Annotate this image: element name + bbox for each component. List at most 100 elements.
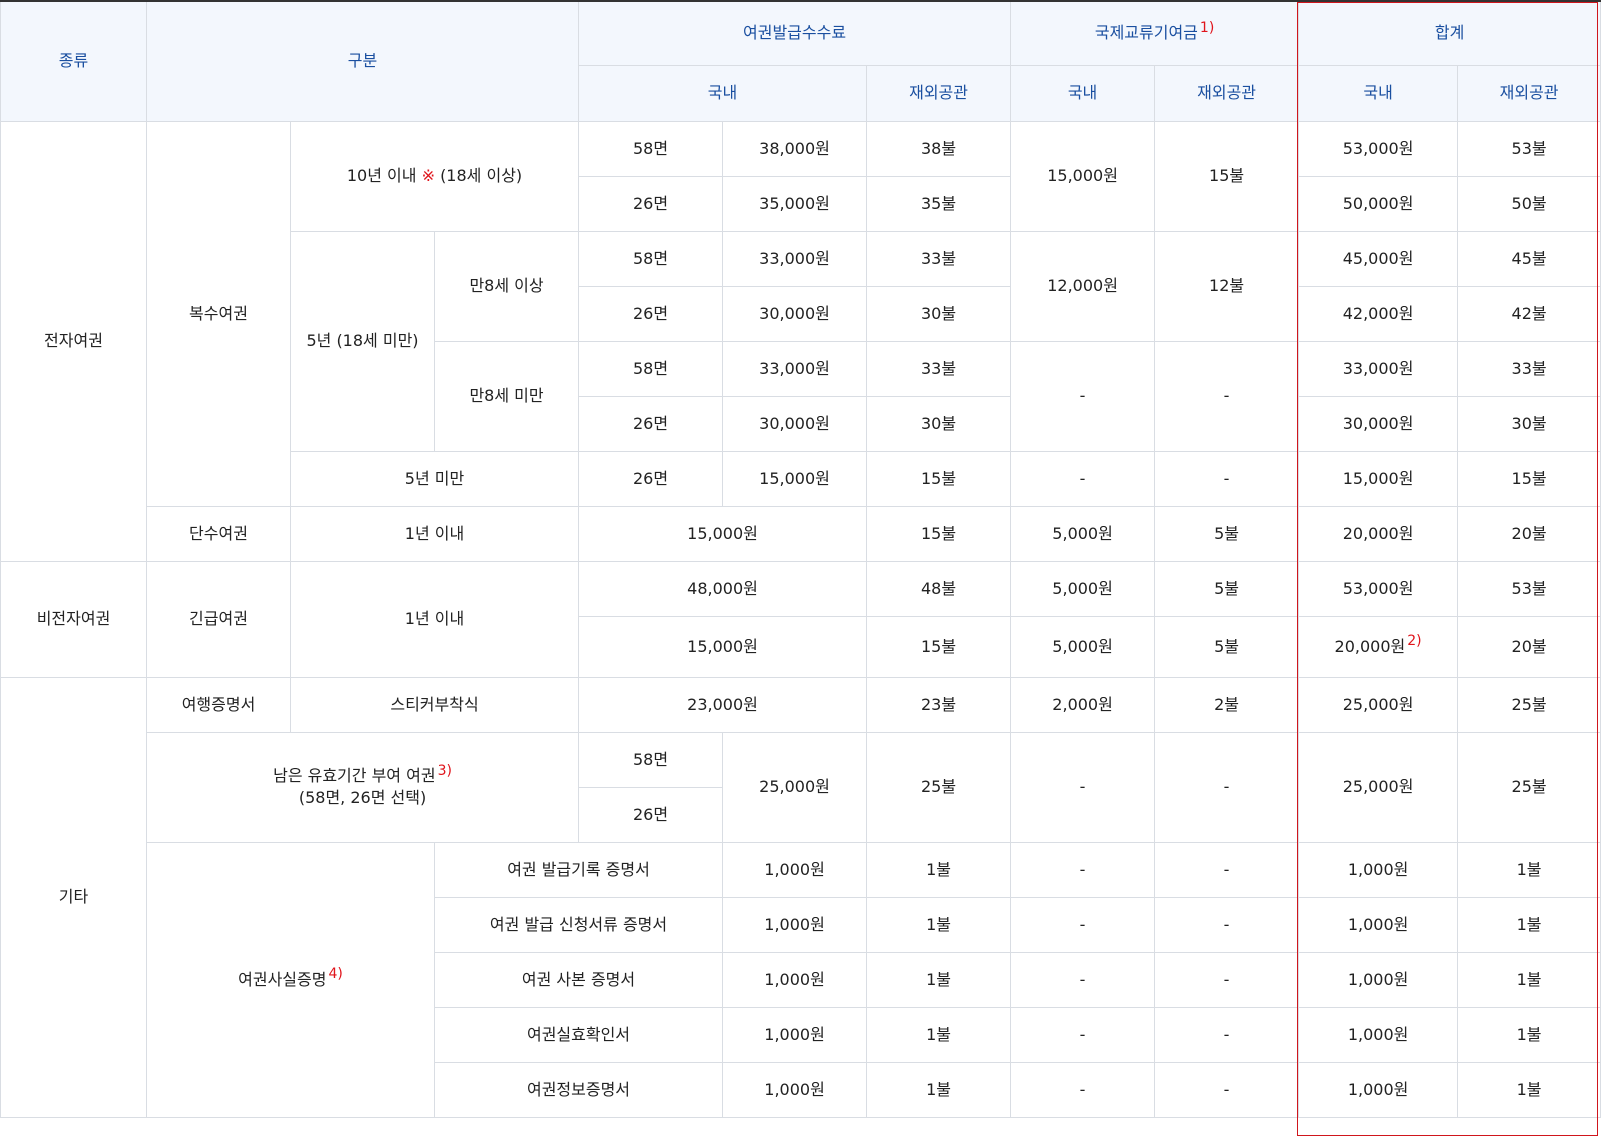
total-overseas-cell: 30불 <box>1457 395 1601 452</box>
pages-cell: 26면 <box>578 786 724 843</box>
fund-domestic-cell: - <box>1010 450 1156 507</box>
emergency-passport-label: 긴급여권 <box>146 560 291 678</box>
fund-domestic-cell: 15,000원 <box>1010 120 1156 232</box>
fee-domestic-cell: 23,000원 <box>578 676 868 733</box>
header-total-domestic: 국내 <box>1298 64 1459 122</box>
header-total-overseas: 재외공관 <box>1457 64 1601 122</box>
fund-domestic-cell: - <box>1010 951 1156 1008</box>
total-domestic-cell: 45,000원 <box>1298 230 1459 287</box>
fund-domestic-cell: 5,000원 <box>1010 505 1156 562</box>
pages-cell: 58면 <box>578 340 724 397</box>
fee-domestic-cell: 1,000원 <box>722 1006 868 1063</box>
fund-overseas-cell: - <box>1154 731 1300 843</box>
total-domestic-cell: 30,000원 <box>1298 395 1459 452</box>
total-domestic-cell: 15,000원 <box>1298 450 1459 507</box>
fund-overseas-cell: 15불 <box>1154 120 1300 232</box>
header-intl-fund: 국제교류기여금 1) <box>1010 0 1300 66</box>
header-fund-overseas: 재외공관 <box>1154 64 1300 122</box>
fund-overseas-cell: - <box>1154 450 1300 507</box>
header-fund-domestic: 국내 <box>1010 64 1156 122</box>
pages-cell: 58면 <box>578 731 724 788</box>
five-year-label: 5년 (18세 미만) <box>290 230 435 452</box>
total-domestic-cell: 25,000원 <box>1298 731 1459 843</box>
footnote-1: 1) <box>1199 19 1215 36</box>
total-domestic-cell: 1,000원 <box>1298 896 1459 953</box>
fund-overseas-cell: - <box>1154 1006 1300 1063</box>
fee-domestic-cell: 1,000원 <box>722 896 868 953</box>
fee-overseas-cell: 25불 <box>866 731 1012 843</box>
total-overseas-cell: 25불 <box>1457 676 1601 733</box>
remaining-validity-line2: (58면, 26면 선택) <box>298 788 427 807</box>
fund-domestic-cell: - <box>1010 1061 1156 1118</box>
fee-overseas-cell: 30불 <box>866 285 1012 342</box>
single-passport-period: 1년 이내 <box>289 505 580 562</box>
fund-overseas-cell: - <box>1154 896 1300 953</box>
passport-fact-cert-text: 여권사실증명 <box>238 969 327 989</box>
total-overseas-cell: 20불 <box>1457 615 1601 678</box>
fund-domestic-cell: 12,000원 <box>1010 230 1156 342</box>
fee-overseas-cell: 1불 <box>866 1006 1012 1063</box>
total-overseas-cell: 53불 <box>1457 560 1601 617</box>
fee-overseas-cell: 48불 <box>866 560 1012 617</box>
total-overseas-cell: 1불 <box>1457 896 1601 953</box>
footnote-2: 2) <box>1407 633 1422 650</box>
age8-over-label: 만8세 이상 <box>433 230 580 342</box>
fund-overseas-cell: 5불 <box>1154 615 1300 678</box>
fee-overseas-cell: 15불 <box>866 450 1012 507</box>
fund-domestic-cell: 5,000원 <box>1010 615 1156 678</box>
total-overseas-cell: 50불 <box>1457 175 1601 232</box>
fee-overseas-cell: 38불 <box>866 120 1012 177</box>
fund-overseas-cell: - <box>1154 841 1300 898</box>
fund-domestic-cell: - <box>1010 841 1156 898</box>
ten-year-text: 10년 이내 <box>346 166 417 185</box>
group-electronic: 전자여권 <box>0 120 147 562</box>
passport-fact-cert-label: 여권사실증명 4) <box>146 841 435 1118</box>
multiple-passport-label: 복수여권 <box>146 120 291 507</box>
total-domestic-cell: 33,000원 <box>1298 340 1459 397</box>
header-fee-domestic: 국내 <box>578 64 868 122</box>
fee-overseas-cell: 30불 <box>866 395 1012 452</box>
ten-year-age: (18세 이상) <box>440 166 523 185</box>
total-domestic-cell: 25,000원 <box>1298 676 1459 733</box>
fee-domestic-cell: 30,000원 <box>722 395 868 452</box>
fund-domestic-cell: 2,000원 <box>1010 676 1156 733</box>
fee-overseas-cell: 1불 <box>866 841 1012 898</box>
fee-domestic-cell: 33,000원 <box>722 230 868 287</box>
table-row: 전자여권 복수여권 10년 이내 ※ (18세 이상) 58면 38,000원 … <box>0 120 1601 562</box>
total-domestic-cell: 1,000원 <box>1298 841 1459 898</box>
total-domestic-cell: 50,000원 <box>1298 175 1459 232</box>
fund-overseas-cell: - <box>1154 951 1300 1008</box>
total-domestic-cell: 53,000원 <box>1298 120 1459 177</box>
emergency-passport-period: 1년 이내 <box>289 560 580 678</box>
fee-domestic-cell: 25,000원 <box>722 731 868 843</box>
certificate-name: 여권실효확인서 <box>433 1006 724 1063</box>
total-overseas-cell: 25불 <box>1457 731 1601 843</box>
table-row: 단수여권 1년 이내 15,000원 15불 5,000원 5불 20,000원… <box>1 505 1601 562</box>
header-issuance-fee: 여권발급수수료 <box>578 0 1012 66</box>
fund-domestic-cell: - <box>1010 340 1156 452</box>
fee-domestic-cell: 1,000원 <box>722 1061 868 1118</box>
fund-domestic-cell: - <box>1010 896 1156 953</box>
fund-domestic-cell: - <box>1010 731 1156 843</box>
reference-mark: ※ <box>421 166 435 185</box>
total-overseas-cell: 33불 <box>1457 340 1601 397</box>
fee-domestic-cell: 1,000원 <box>722 951 868 1008</box>
total-overseas-cell: 1불 <box>1457 951 1601 1008</box>
total-overseas-cell: 1불 <box>1457 841 1601 898</box>
total-domestic-cell: 20,000원 <box>1298 505 1459 562</box>
total-domestic-cell: 1,000원 <box>1298 1061 1459 1118</box>
total-domestic-cell: 53,000원 <box>1298 560 1459 617</box>
fee-overseas-cell: 1불 <box>866 1061 1012 1118</box>
ten-year-label: 10년 이내 ※ (18세 이상) <box>289 120 580 232</box>
age8-under-label: 만8세 미만 <box>433 340 580 452</box>
total-domestic-cell: 1,000원 <box>1298 951 1459 1008</box>
pages-cell: 58면 <box>578 120 724 177</box>
fee-overseas-cell: 23불 <box>866 676 1012 733</box>
fund-overseas-cell: 5불 <box>1154 505 1300 562</box>
header-category: 구분 <box>145 0 580 122</box>
fee-domestic-cell: 15,000원 <box>578 615 868 678</box>
group-non-electronic: 비전자여권 <box>0 560 147 678</box>
total-overseas-cell: 1불 <box>1457 1006 1601 1063</box>
fee-domestic-cell: 15,000원 <box>722 450 868 507</box>
total-domestic-cell: 1,000원 <box>1298 1006 1459 1063</box>
